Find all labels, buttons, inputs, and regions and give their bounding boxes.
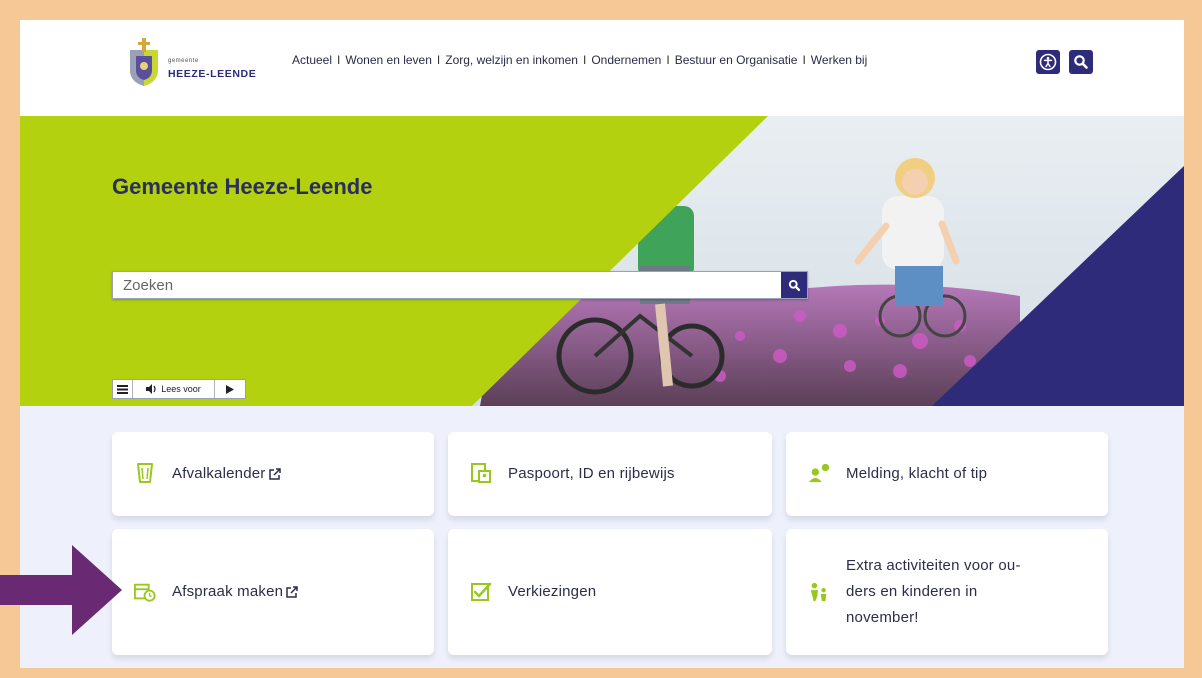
bin-icon — [134, 462, 156, 484]
tile-text-line: Extra activiteiten voor ou- — [846, 557, 1021, 574]
tile-afspraak-maken[interactable]: Afspraak maken — [112, 529, 434, 655]
nav-separator: I — [337, 53, 341, 67]
checkbox-icon — [470, 581, 492, 603]
calendar-clock-icon — [134, 581, 156, 603]
tile-text-line: ders en kinderen in — [846, 583, 978, 600]
accessibility-icon — [1039, 53, 1057, 71]
main-nav: Actueel I Wonen en leven I Zorg, welzijn… — [292, 53, 867, 67]
search-icon — [1074, 55, 1088, 69]
speaker-icon — [146, 384, 156, 394]
page-frame: gemeente HEEZE-LEENDE Actueel I Wonen en… — [20, 20, 1184, 668]
header-search-button[interactable] — [1069, 50, 1093, 74]
external-link-icon — [268, 468, 281, 480]
logo-crest-icon — [130, 38, 158, 86]
logo-title: HEEZE-LEENDE — [168, 68, 257, 80]
search-bar — [112, 271, 808, 299]
logo-subtitle: gemeente — [168, 58, 199, 64]
site-header: gemeente HEEZE-LEENDE Actueel I Wonen en… — [20, 20, 1184, 116]
hero-banner: Gemeente Heeze-Leende Zoeken Lees voor — [20, 116, 1184, 406]
tile-verkiezingen[interactable]: Verkiezingen — [448, 529, 772, 655]
nav-item-wonen-en-leven[interactable]: Wonen en leven — [345, 53, 432, 67]
tile-label: Verkiezingen — [508, 579, 596, 605]
tile-melding[interactable]: Melding, klacht of tip — [786, 432, 1108, 516]
nav-item-bestuur[interactable]: Bestuur en Organisatie — [675, 53, 798, 67]
id-card-icon — [470, 462, 492, 484]
nav-item-actueel[interactable]: Actueel — [292, 53, 332, 67]
tile-text: Afspraak maken — [172, 583, 284, 600]
family-icon — [808, 581, 830, 603]
tile-label: Paspoort, ID en rijbewijs — [508, 461, 675, 487]
search-icon — [788, 279, 800, 291]
tile-text: Afvalkalender — [172, 465, 266, 482]
person-alert-icon — [808, 462, 830, 484]
search-input[interactable] — [113, 272, 783, 298]
tile-paspoort[interactable]: Paspoort, ID en rijbewijs — [448, 432, 772, 516]
accessibility-button[interactable] — [1036, 50, 1060, 74]
tile-text-line: november! — [846, 609, 919, 626]
tile-label: Afvalkalender — [172, 461, 281, 487]
nav-separator: I — [436, 53, 441, 67]
menu-icon — [117, 384, 128, 394]
search-submit-button[interactable] — [781, 272, 807, 298]
tile-label: Extra activiteiten voor ou- ders en kind… — [846, 553, 1021, 631]
play-icon — [226, 384, 234, 394]
readspeaker-menu-button[interactable] — [113, 380, 133, 398]
tile-afvalkalender[interactable]: Afvalkalender — [112, 432, 434, 516]
nav-separator: I — [666, 53, 670, 67]
hero-title: Gemeente Heeze-Leende — [112, 174, 373, 199]
readspeaker-play-button[interactable] — [215, 380, 245, 398]
tile-label: Melding, klacht of tip — [846, 461, 987, 487]
nav-item-werken-bij[interactable]: Werken bij — [811, 53, 867, 67]
pointer-arrow-icon — [0, 545, 122, 635]
hero-photo-cyclists — [20, 116, 1184, 406]
readspeaker-bar: Lees voor — [112, 379, 246, 399]
nav-item-zorg[interactable]: Zorg, welzijn en inkomen — [445, 53, 578, 67]
external-link-icon — [286, 586, 298, 598]
nav-separator: I — [802, 53, 806, 67]
tile-text: Melding, klacht of tip — [846, 465, 988, 482]
readspeaker-listen-button[interactable]: Lees voor — [133, 380, 215, 398]
nav-item-ondernemen[interactable]: Ondernemen — [591, 53, 661, 67]
tile-label: Afspraak maken — [172, 579, 298, 605]
readspeaker-label: Lees voor — [161, 384, 201, 394]
nav-separator: I — [582, 53, 587, 67]
site-logo[interactable]: gemeente HEEZE-LEENDE — [124, 34, 274, 94]
tile-text: Paspoort, ID en rijbewijs — [508, 465, 675, 482]
tile-text: Verkiezingen — [508, 583, 597, 600]
tile-extra-activiteiten[interactable]: Extra activiteiten voor ou- ders en kind… — [786, 529, 1108, 655]
